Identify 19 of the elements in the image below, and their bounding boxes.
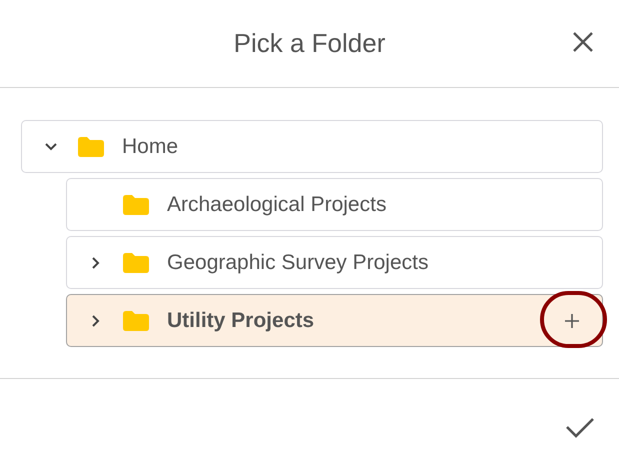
close-button[interactable] xyxy=(571,30,595,54)
checkmark-icon xyxy=(565,416,595,438)
dialog-title: Pick a Folder xyxy=(234,27,386,60)
folder-row[interactable]: Archaeological Projects xyxy=(66,178,603,231)
close-icon xyxy=(572,31,594,53)
folder-icon xyxy=(123,252,149,272)
chevron-right-icon xyxy=(92,256,100,268)
folder-icon xyxy=(123,310,149,330)
folder-icon xyxy=(78,136,104,156)
folder-icon xyxy=(123,194,149,214)
folder-label: Utility Projects xyxy=(167,308,314,334)
plus-icon xyxy=(565,314,579,328)
chevron-down-icon xyxy=(45,142,57,150)
folder-row[interactable]: Geographic Survey Projects xyxy=(66,236,603,289)
folder-row[interactable]: Home xyxy=(21,120,603,173)
folder-label: Geographic Survey Projects xyxy=(167,250,428,276)
folder-label: Archaeological Projects xyxy=(167,192,386,218)
chevron-right-icon xyxy=(92,314,100,326)
folder-label: Home xyxy=(122,134,178,160)
